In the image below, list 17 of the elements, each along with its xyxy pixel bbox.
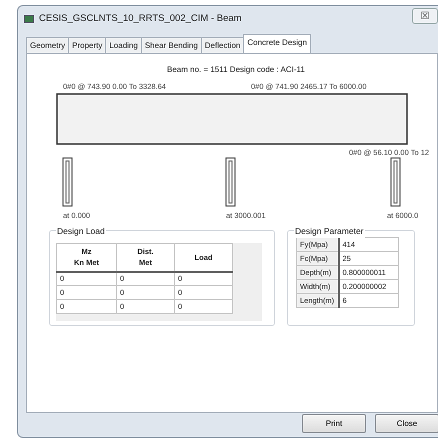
tab[interactable]: Loading	[105, 37, 142, 53]
group-title: Design Load	[56, 225, 106, 238]
close-button[interactable]: ☒	[412, 8, 438, 24]
app-icon	[24, 15, 34, 23]
tab[interactable]: Property	[68, 37, 106, 53]
tab[interactable]: Shear Bending	[140, 37, 202, 53]
beam-heading: Beam no. = 1511 Design code : ACI-11	[167, 64, 305, 76]
dialog-button[interactable]: Print	[302, 414, 366, 433]
tab[interactable]: Concrete Design	[243, 34, 311, 53]
dialog-button[interactable]: Close	[375, 414, 438, 433]
column-drawing	[390, 158, 400, 206]
column-drawing	[62, 158, 72, 206]
window-title: CESIS_GSCLNTS_10_RRTS_002_CIM - Beam	[39, 12, 242, 26]
tab[interactable]: Geometry	[26, 37, 70, 53]
tab[interactable]: Deflection	[200, 37, 244, 53]
column-drawing	[226, 158, 236, 206]
group-title: Design Parameter	[294, 225, 365, 238]
